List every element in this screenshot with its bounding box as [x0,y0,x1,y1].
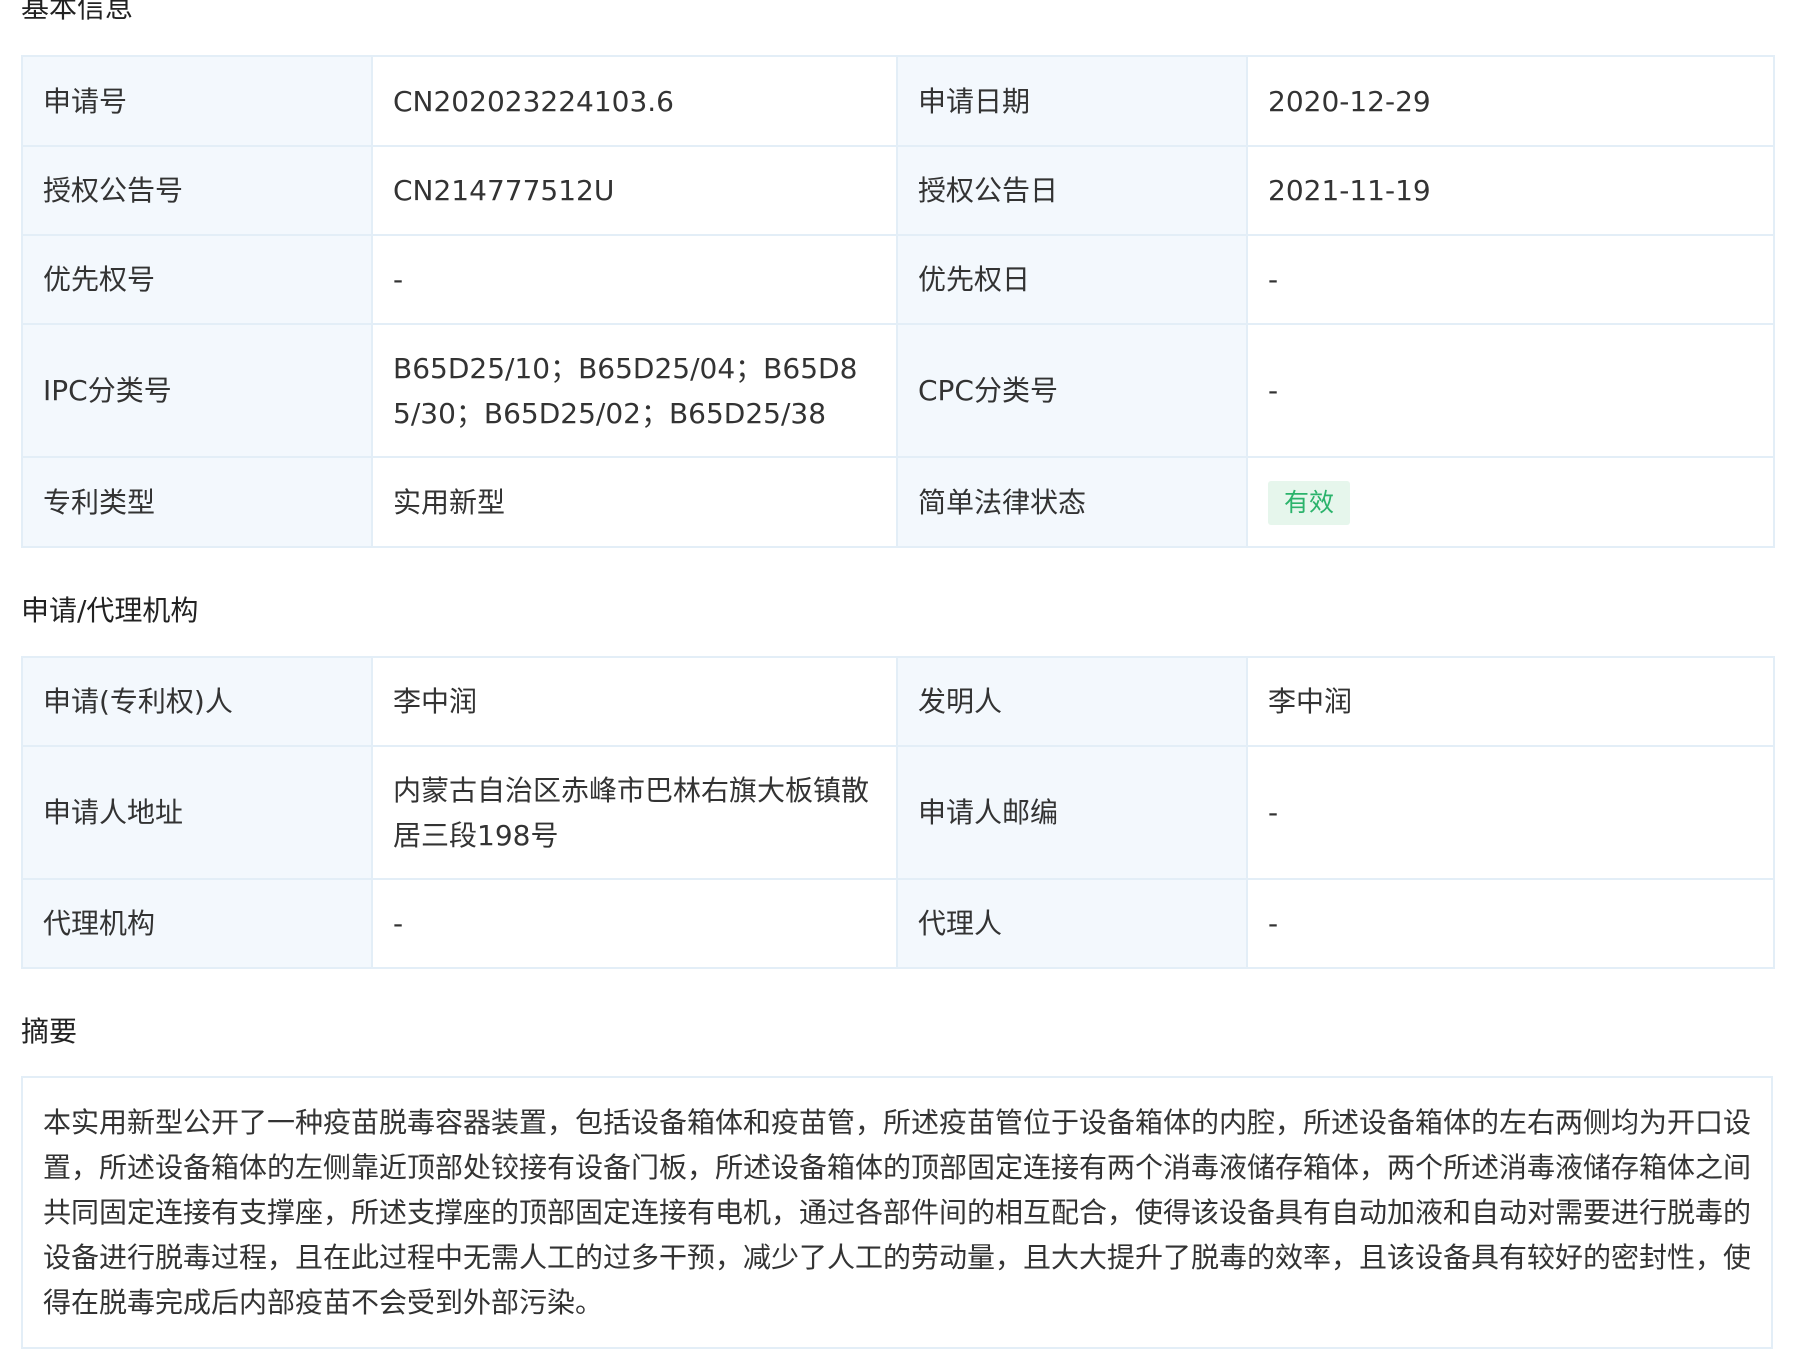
label-grant-number: 授权公告号 [21,145,373,236]
value-patent-type: 实用新型 [371,456,898,548]
status-badge: 有效 [1268,481,1351,525]
value-grant-date: 2021-11-19 [1246,145,1775,236]
label-priority-date: 优先权日 [896,234,1248,325]
value-legal-status-cell: 有效 [1246,456,1775,548]
table-row: 代理机构 - 代理人 - [21,878,1775,969]
label-cpc-class: CPC分类号 [896,323,1248,458]
value-applicant-address: 内蒙古自治区赤峰市巴林右旗大板镇散居三段198号 [371,745,898,880]
table-row: 专利类型 实用新型 简单法律状态 有效 [21,456,1775,548]
label-application-number: 申请号 [21,55,373,147]
label-grant-date: 授权公告日 [896,145,1248,236]
value-application-date: 2020-12-29 [1246,55,1775,147]
label-ipc-class: IPC分类号 [21,323,373,458]
label-legal-status: 简单法律状态 [896,456,1248,548]
label-agency: 代理机构 [21,878,373,969]
section-title-basic-info: 基本信息 [21,0,134,24]
label-applicant-address: 申请人地址 [21,745,373,880]
section-title-agency: 申请/代理机构 [21,594,199,627]
table-row: 优先权号 - 优先权日 - [21,234,1775,325]
agency-table: 申请(专利权)人 李中润 发明人 李中润 申请人地址 内蒙古自治区赤峰市巴林右旗… [21,656,1775,969]
label-inventor: 发明人 [896,656,1248,747]
value-grant-number: CN214777512U [371,145,898,236]
table-row: 申请(专利权)人 李中润 发明人 李中润 [21,656,1775,747]
value-applicant: 李中润 [371,656,898,747]
table-row: 申请号 CN202023224103.6 申请日期 2020-12-29 [21,55,1775,147]
label-applicant-postcode: 申请人邮编 [896,745,1248,880]
section-title-abstract: 摘要 [21,1015,78,1048]
label-applicant: 申请(专利权)人 [21,656,373,747]
table-row: IPC分类号 B65D25/10；B65D25/04；B65D85/30；B65… [21,323,1775,458]
value-agent: - [1246,878,1775,969]
label-priority-number: 优先权号 [21,234,373,325]
table-row: 授权公告号 CN214777512U 授权公告日 2021-11-19 [21,145,1775,236]
abstract-text: 本实用新型公开了一种疫苗脱毒容器装置，包括设备箱体和疫苗管，所述疫苗管位于设备箱… [43,1106,1752,1319]
basic-info-table: 申请号 CN202023224103.6 申请日期 2020-12-29 授权公… [21,55,1775,548]
value-application-number: CN202023224103.6 [371,55,898,147]
value-inventor: 李中润 [1246,656,1775,747]
label-patent-type: 专利类型 [21,456,373,548]
table-row: 申请人地址 内蒙古自治区赤峰市巴林右旗大板镇散居三段198号 申请人邮编 - [21,745,1775,880]
label-application-date: 申请日期 [896,55,1248,147]
value-agency: - [371,878,898,969]
label-agent: 代理人 [896,878,1248,969]
value-ipc-class: B65D25/10；B65D25/04；B65D85/30；B65D25/02；… [371,323,898,458]
value-applicant-postcode: - [1246,745,1775,880]
abstract-box: 本实用新型公开了一种疫苗脱毒容器装置，包括设备箱体和疫苗管，所述疫苗管位于设备箱… [21,1076,1773,1349]
value-cpc-class: - [1246,323,1775,458]
value-priority-number: - [371,234,898,325]
value-priority-date: - [1246,234,1775,325]
